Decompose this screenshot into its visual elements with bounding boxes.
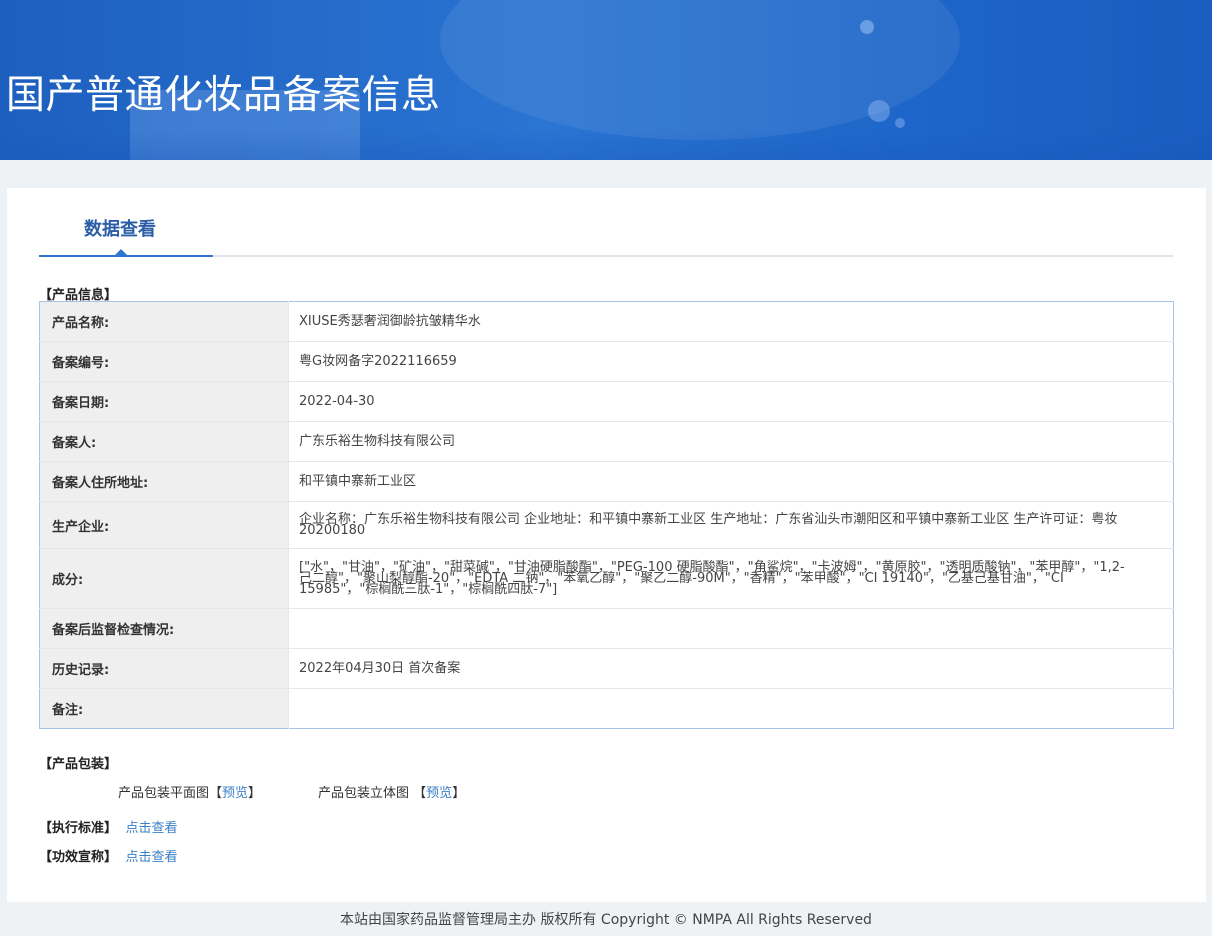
package-solid-item: 产品包装立体图 【预览】 (318, 782, 465, 801)
bracket-open: 【 (413, 786, 427, 801)
row-value: 和平镇中寨新工业区 (288, 461, 1174, 502)
row-value: ["水"，"甘油"，"矿油"，"甜菜碱"，"甘油硬脂酸酯"，"PEG-100 硬… (288, 548, 1174, 609)
tab-caret-icon (115, 249, 127, 255)
package-heading: 【产品包装】 (39, 757, 118, 772)
row-key: 备案日期: (39, 381, 289, 422)
banner-decoration (895, 118, 905, 128)
table-row: 生产企业: 企业名称：广东乐裕生物科技有限公司 企业地址：和平镇中寨新工业区 生… (39, 501, 1174, 549)
table-row: 备注: (39, 688, 1174, 729)
product-info-table: 产品名称: XIUSE秀瑟奢润御龄抗皱精华水 备案编号: 粤G妆网备字20221… (39, 301, 1174, 729)
header-banner: 国产普通化妆品备案信息 (0, 0, 1212, 160)
table-row: 历史记录: 2022年04月30日 首次备案 (39, 648, 1174, 689)
tab-data-view[interactable]: 数据查看 (39, 213, 213, 257)
standard-heading: 【执行标准】 (39, 821, 118, 836)
package-solid-preview-link[interactable]: 预览 (426, 786, 452, 801)
row-key: 历史记录: (39, 648, 289, 689)
table-row: 备案人住所地址: 和平镇中寨新工业区 (39, 461, 1174, 502)
row-key: 备案编号: (39, 341, 289, 382)
row-key: 备案后监督检查情况: (39, 608, 289, 649)
bracket-close: 】 (452, 786, 466, 801)
table-row: 备案人: 广东乐裕生物科技有限公司 (39, 421, 1174, 462)
row-key: 备案人住所地址: (39, 461, 289, 502)
row-key: 备案人: (39, 421, 289, 462)
efficacy-heading: 【功效宣称】 (39, 850, 118, 865)
row-key: 备注: (39, 688, 289, 729)
table-row: 备案后监督检查情况: (39, 608, 1174, 649)
package-flat-item: 产品包装平面图【预览】 (118, 782, 261, 801)
standard-view-link[interactable]: 点击查看 (126, 821, 178, 836)
footer-copyright: 本站由国家药品监督管理局主办 版权所有 Copyright © NMPA All… (340, 912, 872, 928)
table-row: 产品名称: XIUSE秀瑟奢润御龄抗皱精华水 (39, 301, 1174, 342)
table-row: 备案日期: 2022-04-30 (39, 381, 1174, 422)
row-value: XIUSE秀瑟奢润御龄抗皱精华水 (288, 301, 1174, 342)
efficacy-view-link[interactable]: 点击查看 (126, 850, 178, 865)
efficacy-item: 【功效宣称】 点击查看 (39, 846, 178, 865)
package-solid-label: 产品包装立体图 (318, 786, 410, 801)
row-key: 产品名称: (39, 301, 289, 342)
bracket-close: 】 (248, 786, 262, 801)
banner-decoration (0, 130, 1212, 160)
table-row: 成分: ["水"，"甘油"，"矿油"，"甜菜碱"，"甘油硬脂酸酯"，"PEG-1… (39, 548, 1174, 609)
bracket-open: 【 (209, 786, 223, 801)
content-card: 数据查看 【产品信息】 产品名称: XIUSE秀瑟奢润御龄抗皱精华水 备案编号:… (7, 188, 1206, 902)
tab-bar: 数据查看 (39, 213, 1173, 257)
standard-item: 【执行标准】 点击查看 (39, 817, 178, 836)
row-value (288, 608, 1174, 649)
page-title: 国产普通化妆品备案信息 (6, 73, 441, 118)
row-value (288, 688, 1174, 729)
tab-label: 数据查看 (84, 219, 156, 240)
banner-decoration (868, 100, 890, 122)
row-value: 广东乐裕生物科技有限公司 (288, 421, 1174, 462)
row-value: 2022-04-30 (288, 381, 1174, 422)
banner-decoration (860, 20, 874, 34)
row-value: 企业名称：广东乐裕生物科技有限公司 企业地址：和平镇中寨新工业区 生产地址：广东… (288, 501, 1174, 549)
table-row: 备案编号: 粤G妆网备字2022116659 (39, 341, 1174, 382)
package-flat-label: 产品包装平面图 (118, 786, 210, 801)
row-key: 生产企业: (39, 501, 289, 549)
row-value: 2022年04月30日 首次备案 (288, 648, 1174, 689)
row-key: 成分: (39, 548, 289, 609)
package-flat-preview-link[interactable]: 预览 (222, 786, 248, 801)
row-value: 粤G妆网备字2022116659 (288, 341, 1174, 382)
